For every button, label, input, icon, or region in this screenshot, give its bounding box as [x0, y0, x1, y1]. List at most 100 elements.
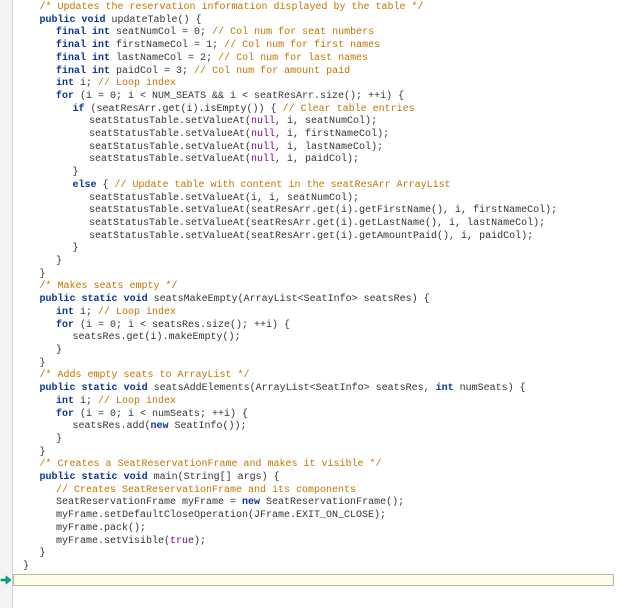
code-line: } — [13, 345, 624, 358]
code-token: seatStatusTable.setValueAt(seatResArr.ge… — [89, 205, 557, 216]
code-token: ); — [194, 536, 206, 547]
code-token: paidCol = 3; — [110, 66, 194, 77]
code-line: // Creates SeatReservationFrame and its … — [13, 485, 624, 498]
code-token: main(String[] args) { — [148, 472, 280, 483]
code-token: (i = 0; i < numSeats; ++i) { — [74, 409, 248, 420]
code-token: else — [73, 180, 97, 191]
code-token: int — [436, 383, 454, 394]
code-token: myFrame.setDefaultCloseOperation(JFrame.… — [56, 510, 386, 521]
code-line: } — [13, 167, 624, 180]
code-token: /* Makes seats empty */ — [40, 281, 178, 292]
code-line: for (i = 0; i < numSeats; ++i) { — [13, 409, 624, 422]
code-token: , i, seatNumCol); — [275, 116, 377, 127]
code-token: // Col num for amount paid — [194, 66, 350, 77]
code-token: final — [56, 66, 86, 77]
code-token: SeatReservationFrame myFrame = — [56, 497, 242, 508]
code-token: int — [92, 27, 110, 38]
code-line: final int seatNumCol = 0; // Col num for… — [13, 27, 624, 40]
code-token: seatStatusTable.setValueAt(seatResArr.ge… — [89, 231, 533, 242]
code-token: SeatInfo()); — [169, 421, 247, 432]
code-line: final int paidCol = 3; // Col num for am… — [13, 66, 624, 79]
code-token: int — [92, 66, 110, 77]
code-line: seatStatusTable.setValueAt(null, i, seat… — [13, 116, 624, 129]
code-line: } — [13, 548, 624, 561]
code-line: seatStatusTable.setValueAt(seatResArr.ge… — [13, 231, 624, 244]
code-token: (i = 0; i < NUM_SEATS && i < seatResArr.… — [74, 91, 404, 102]
code-line: /* Adds empty seats to ArrayList */ — [13, 370, 624, 383]
code-token: seatStatusTable.setValueAt( — [89, 116, 251, 127]
code-line: } — [13, 256, 624, 269]
code-token: seatStatusTable.setValueAt(i, i, seatNum… — [89, 193, 359, 204]
code-token: int — [92, 40, 110, 51]
code-line: if (seatResArr.get(i).isEmpty()) { // Cl… — [13, 104, 624, 117]
code-token: seatsMakeEmpty(ArrayList<SeatInfo> seats… — [148, 294, 430, 305]
code-line: /* Creates a SeatReservationFrame and ma… — [13, 459, 624, 472]
code-token: int — [56, 78, 74, 89]
code-line: public void updateTable() { — [13, 15, 624, 28]
code-token: seatStatusTable.setValueAt( — [89, 154, 251, 165]
code-token: seatsRes.get(i).makeEmpty(); — [73, 332, 241, 343]
code-line: } — [13, 447, 624, 460]
code-token: lastNameCol = 2; — [110, 53, 218, 64]
code-token: seatStatusTable.setValueAt(seatResArr.ge… — [89, 218, 545, 229]
code-token: seatsRes.add( — [73, 421, 151, 432]
code-line: seatStatusTable.setValueAt(null, i, paid… — [13, 154, 624, 167]
code-token: null — [251, 142, 275, 153]
code-token: final — [56, 53, 86, 64]
code-token: public — [40, 472, 76, 483]
code-token: (i = 0; i < seatsRes.size(); ++i) { — [74, 320, 290, 331]
code-token: static — [82, 383, 118, 394]
code-token: SeatReservationFrame(); — [260, 497, 404, 508]
code-line: seatStatusTable.setValueAt(null, i, last… — [13, 142, 624, 155]
code-token: static — [82, 472, 118, 483]
code-token: seatStatusTable.setValueAt( — [89, 142, 251, 153]
code-token: // Clear table entries — [283, 104, 415, 115]
code-token: seatStatusTable.setValueAt( — [89, 129, 251, 140]
code-token: /* Updates the reservation information d… — [40, 2, 424, 13]
code-token: } — [56, 434, 62, 445]
code-token: } — [40, 358, 46, 369]
code-token: , i, paidCol); — [275, 154, 359, 165]
code-token: (seatResArr.get(i).isEmpty()) { — [85, 104, 283, 115]
code-token: final — [56, 40, 86, 51]
code-token: updateTable() { — [106, 15, 202, 26]
code-token: static — [82, 294, 118, 305]
code-token: null — [251, 154, 275, 165]
code-line: SeatReservationFrame myFrame = new SeatR… — [13, 497, 624, 510]
execution-arrow-icon — [0, 574, 12, 587]
code-line: public static void main(String[] args) { — [13, 472, 624, 485]
code-line: public static void seatsMakeEmpty(ArrayL… — [13, 294, 624, 307]
code-token: /* Adds empty seats to ArrayList */ — [40, 370, 250, 381]
code-token: // Creates SeatReservationFrame and its … — [56, 485, 356, 496]
code-line: for (i = 0; i < NUM_SEATS && i < seatRes… — [13, 91, 624, 104]
code-token: i; — [74, 307, 98, 318]
code-token: numSeats) { — [454, 383, 526, 394]
code-token: /* Creates a SeatReservationFrame and ma… — [40, 459, 382, 470]
code-token: new — [242, 497, 260, 508]
code-token: void — [124, 383, 148, 394]
code-token: i; — [74, 78, 98, 89]
code-line: seatStatusTable.setValueAt(seatResArr.ge… — [13, 205, 624, 218]
code-token: { — [97, 180, 115, 191]
code-line: } — [13, 243, 624, 256]
code-token: myFrame.setVisible( — [56, 536, 170, 547]
code-line: } — [13, 269, 624, 282]
code-token: } — [56, 256, 62, 267]
code-token: for — [56, 320, 74, 331]
code-token: int — [92, 53, 110, 64]
code-token: , i, lastNameCol); — [275, 142, 383, 153]
code-line: else { // Update table with content in t… — [13, 180, 624, 193]
code-line: } — [13, 434, 624, 447]
code-token: public — [40, 294, 76, 305]
code-token: i; — [74, 396, 98, 407]
code-token: firstNameCol = 1; — [110, 40, 224, 51]
code-line: myFrame.pack(); — [13, 523, 624, 536]
code-token: , i, firstNameCol); — [275, 129, 389, 140]
code-line: for (i = 0; i < seatsRes.size(); ++i) { — [13, 320, 624, 333]
code-line: int i; // Loop index — [13, 396, 624, 409]
code-token: int — [56, 396, 74, 407]
code-line: /* Updates the reservation information d… — [13, 2, 624, 15]
code-line: seatStatusTable.setValueAt(i, i, seatNum… — [13, 193, 624, 206]
code-token: int — [56, 307, 74, 318]
code-token: // Loop index — [98, 78, 176, 89]
